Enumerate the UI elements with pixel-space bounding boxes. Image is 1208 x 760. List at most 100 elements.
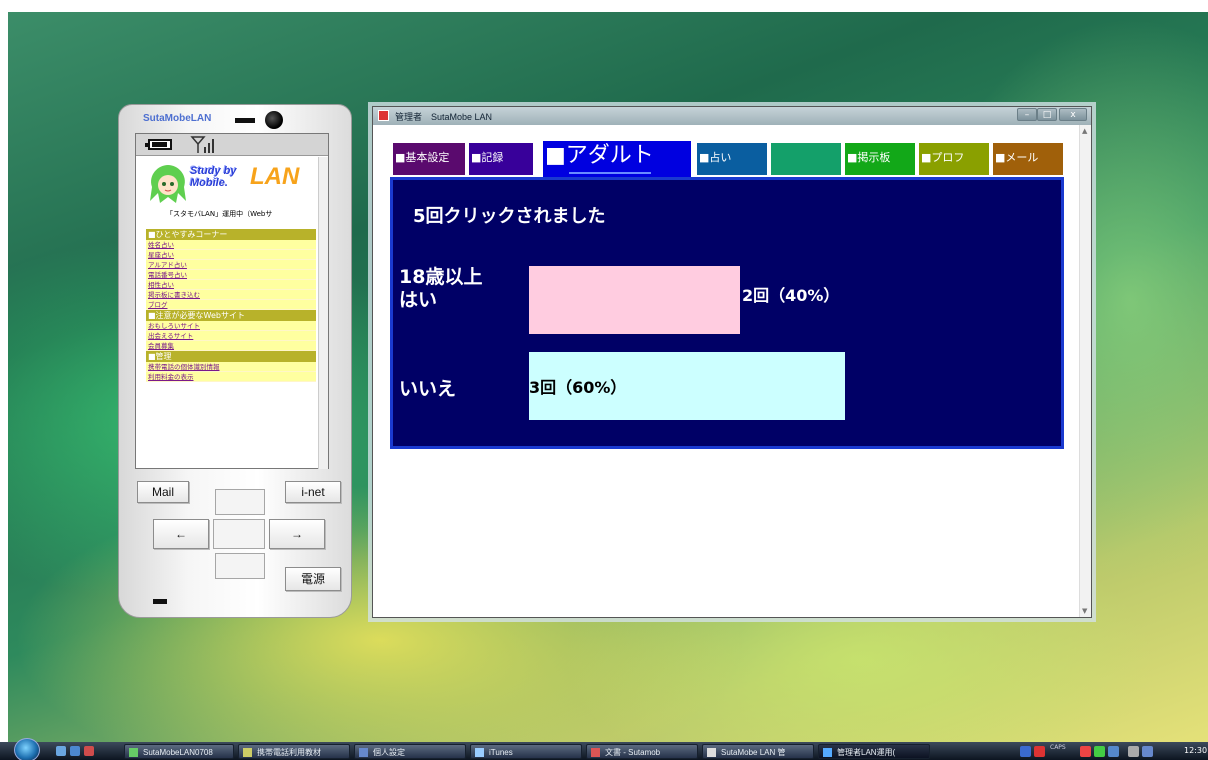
microphone-icon — [153, 599, 167, 604]
tab-records[interactable]: ■記録 — [469, 143, 533, 175]
ime-icon[interactable] — [1034, 746, 1045, 757]
menu-link-star-fortune[interactable]: 星座占い — [146, 250, 316, 260]
task-item-1-label: 携帯電話利用教材 — [257, 748, 321, 757]
power-button[interactable]: 電源 — [285, 567, 341, 591]
right-arrow-button[interactable]: → — [269, 519, 325, 549]
task-item-3-label: iTunes — [489, 748, 513, 757]
answer-yes-label: 18歳以上 はい — [399, 266, 482, 312]
task-item-3[interactable]: iTunes — [470, 744, 582, 759]
volume-icon[interactable] — [1128, 746, 1139, 757]
frame-top-border — [0, 0, 1208, 12]
menu-link-address-fortune[interactable]: アルアド占い — [146, 260, 316, 270]
down-key[interactable] — [215, 553, 265, 579]
tab-green-blank[interactable] — [771, 143, 841, 175]
menu-link-member-recruit[interactable]: 会員募集 — [146, 341, 316, 351]
tray-app-icon-1[interactable] — [1080, 746, 1091, 757]
logo-study-line: Study by — [190, 165, 237, 177]
answer-no-value: 3回（60%） — [529, 378, 627, 397]
task-window-icon — [707, 748, 716, 757]
switch-windows-icon[interactable] — [70, 746, 80, 756]
menu-link-bbs-post[interactable]: 掲示板に書き込む — [146, 290, 316, 300]
camera-icon — [265, 111, 283, 129]
phone-screen: Study by Mobile. LAN 「スタモバLAN」運用中（Webサ ■… — [135, 133, 329, 469]
language-bar-icon[interactable] — [1020, 746, 1031, 757]
maximize-button[interactable]: □ — [1037, 108, 1057, 121]
speaker-slot-icon — [235, 118, 255, 123]
window-scrollbar[interactable]: ▲ ▼ — [1079, 125, 1091, 617]
center-key[interactable] — [213, 519, 265, 549]
menu-link-blog[interactable]: ブログ — [146, 300, 316, 310]
minimize-button[interactable]: – — [1017, 108, 1037, 121]
mail-button[interactable]: Mail — [137, 481, 189, 503]
task-settings-icon — [359, 748, 368, 757]
system-tray: CAPS 12:30 — [1018, 744, 1208, 759]
mascot-girl-icon — [150, 165, 186, 203]
task-item-6-label: 管理者LAN運用( — [837, 748, 896, 757]
window-title: 管理者 SutaMobe LAN — [395, 112, 493, 122]
phone-title: SutaMobeLAN — [143, 113, 212, 124]
click-count-text: 5回クリックされました — [413, 206, 606, 227]
answer-no-label: いいえ — [399, 378, 456, 401]
scroll-up-arrow-icon[interactable]: ▲ — [1082, 127, 1087, 135]
category-tabs: ■基本設定 ■記録 ■アダルト ■占い ■掲示板 ■プロフ ■メール — [393, 141, 1063, 177]
menu-link-device-id[interactable]: 携帯電話の個体識別情報 — [146, 362, 316, 372]
tab-profile[interactable]: ■プロフ — [919, 143, 989, 175]
network-icon[interactable] — [1108, 746, 1119, 757]
menu-link-phone-fortune[interactable]: 電話番号占い — [146, 270, 316, 280]
task-item-6[interactable]: 管理者LAN運用( — [818, 744, 930, 759]
scroll-down-arrow-icon[interactable]: ▼ — [1082, 607, 1087, 615]
tab-basic-settings[interactable]: ■基本設定 — [393, 143, 465, 175]
tab-mail[interactable]: ■メール — [993, 143, 1063, 175]
quicklaunch-app-icon[interactable] — [84, 746, 94, 756]
show-desktop-icon[interactable] — [56, 746, 66, 756]
site-logo: Study by Mobile. LAN — [142, 163, 312, 207]
task-item-0[interactable]: SutaMobeLAN0708 — [124, 744, 234, 759]
signal-antenna-icon — [190, 136, 214, 153]
logo-mobile-line: Mobile. — [190, 177, 228, 189]
taskbar: SutaMobeLAN0708 携帯電話利用教材 個人設定 iTunes 文書 … — [0, 738, 1208, 760]
caps-indicator: CAPS — [1050, 744, 1066, 751]
left-arrow-button[interactable]: ← — [153, 519, 209, 549]
menu-link-fun-site[interactable]: おもしろいサイト — [146, 321, 316, 331]
help-icon[interactable] — [1142, 746, 1153, 757]
task-item-4-label: 文書 - Sutamob — [605, 748, 661, 757]
menu-link-name-fortune[interactable]: 姓名占い — [146, 240, 316, 250]
task-itunes-icon — [475, 748, 484, 757]
menu-link-compat-fortune[interactable]: 相性占い — [146, 280, 316, 290]
answer-yes-value: 2回（40%） — [742, 286, 840, 305]
task-browser-icon — [823, 748, 832, 757]
task-folder-icon — [243, 748, 252, 757]
frame-left-border — [0, 0, 8, 760]
survey-result-panel: 5回クリックされました 18歳以上 はい 2回（40%） いいえ 3回（60%） — [390, 177, 1064, 449]
task-item-5-label: SutaMobe LAN 管 — [721, 748, 786, 757]
inet-button[interactable]: i-net — [285, 481, 341, 503]
window-titlebar[interactable]: 管理者 SutaMobe LAN – □ x — [373, 107, 1091, 125]
task-item-2-label: 個人設定 — [373, 748, 405, 757]
phone-scrollbar[interactable] — [318, 157, 328, 469]
task-item-1[interactable]: 携帯電話利用教材 — [238, 744, 350, 759]
task-document-icon — [591, 748, 600, 757]
task-item-2[interactable]: 個人設定 — [354, 744, 466, 759]
admin-window: 管理者 SutaMobe LAN – □ x ■基本設定 ■記録 ■アダルト ■… — [372, 106, 1092, 618]
menu-header-admin: ■管理 — [146, 351, 316, 362]
phone-menu: ■ひとやすみコーナー 姓名占い 星座占い アルアド占い 電話番号占い 相性占い … — [146, 229, 316, 382]
menu-link-usage-fee[interactable]: 利用料金の表示 — [146, 372, 316, 382]
task-item-4[interactable]: 文書 - Sutamob — [586, 744, 698, 759]
task-item-0-label: SutaMobeLAN0708 — [143, 748, 213, 757]
phone-status-bar — [136, 134, 328, 156]
tab-adult-label: ■アダルト — [545, 143, 654, 168]
tab-bbs[interactable]: ■掲示板 — [845, 143, 915, 175]
tab-adult[interactable]: ■アダルト — [543, 141, 691, 177]
menu-link-dating-site[interactable]: 出会えるサイト — [146, 331, 316, 341]
task-item-5[interactable]: SutaMobe LAN 管 — [702, 744, 814, 759]
up-key[interactable] — [215, 489, 265, 515]
phone-web-content[interactable]: Study by Mobile. LAN 「スタモバLAN」運用中（Webサ ■… — [136, 157, 318, 469]
start-button[interactable] — [14, 738, 40, 760]
tray-app-icon-2[interactable] — [1094, 746, 1105, 757]
answer-no-line1: いいえ — [399, 378, 457, 400]
tab-active-underline — [569, 172, 651, 174]
close-button[interactable]: x — [1059, 108, 1087, 121]
task-folder-icon — [129, 748, 138, 757]
clock: 12:30 — [1184, 746, 1208, 755]
tab-fortune[interactable]: ■占い — [697, 143, 767, 175]
